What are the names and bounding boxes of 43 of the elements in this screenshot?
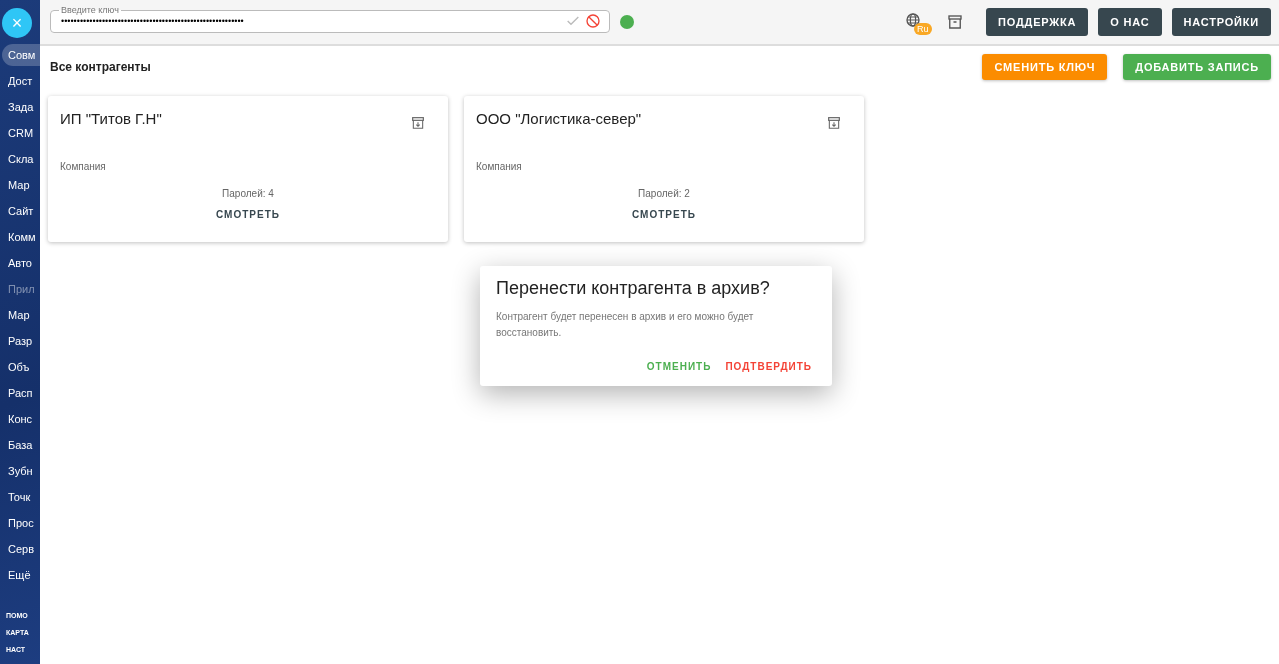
sidebar-item[interactable]: Совм (2, 44, 40, 66)
page-title: Все контрагенты (50, 60, 151, 74)
card-type: Компания (60, 161, 107, 172)
archive-icon[interactable] (826, 115, 842, 131)
card-title: ИП "Титов Г.Н" (60, 110, 162, 129)
sidebar-item[interactable]: Точк (0, 486, 40, 508)
sidebar-item[interactable]: Сайт (0, 200, 40, 222)
sidebar-item[interactable]: Разр (0, 330, 40, 352)
sidebar-item[interactable]: Конс (0, 408, 40, 430)
sidebar-item[interactable]: База (0, 434, 40, 456)
sidebar-item[interactable]: CRM (0, 122, 40, 144)
view-button[interactable]: СМОТРЕТЬ (208, 205, 288, 224)
nav-button[interactable]: НАСТРОЙКИ (1171, 8, 1271, 36)
sidebar-item[interactable]: Зада (0, 96, 40, 118)
key-input-field[interactable]: •••••••••••••••••••••••••••••••••••••••••••••••••••••••••• (59, 14, 561, 27)
sidebar-item[interactable]: Ещё (0, 564, 40, 586)
language-badge: Ru (914, 23, 932, 35)
sidebar-item[interactable]: Расп (0, 382, 40, 404)
sidebar-item[interactable]: Скла (0, 148, 40, 170)
password-count: Паролей: 4 (222, 188, 274, 199)
card-type: Компания (476, 161, 523, 172)
nav-button[interactable]: О НАС (1098, 8, 1162, 36)
prohibited-icon[interactable] (585, 12, 601, 29)
dialog-title: Перенести контрагента в архив? (496, 278, 771, 299)
sidebar-item[interactable]: Комм (0, 226, 40, 248)
confirm-button[interactable]: ПОДТВЕРДИТЬ (721, 355, 816, 378)
view-button[interactable]: СМОТРЕТЬ (624, 205, 704, 224)
archive-icon[interactable] (946, 13, 964, 31)
sidebar-item[interactable]: Дост (0, 70, 40, 92)
sidebar-item[interactable]: Мар (0, 174, 40, 196)
dialog-text: Контрагент будет перенесен в архив и его можно будет восстановить. (496, 310, 755, 340)
sidebar-item[interactable]: Авто (0, 252, 40, 274)
password-count: Паролей: 2 (638, 188, 690, 199)
nav-button[interactable]: ПОДДЕРЖКА (986, 8, 1089, 36)
archive-icon[interactable] (410, 115, 426, 131)
sidebar-item[interactable]: Мар (0, 304, 40, 326)
sidebar-item[interactable]: Прос (0, 512, 40, 534)
sidebar-item[interactable]: Объ (0, 356, 40, 378)
field-label: Введите ключ (60, 5, 120, 15)
card-title: ООО "Логистика-север" (476, 110, 642, 129)
sidebar-item[interactable]: Серв (0, 538, 40, 560)
key-field[interactable]: Введите ключ •••••••••••••••••••••••••••••••••••••••••••••••••••••••••• (50, 5, 610, 33)
sidebar-item[interactable]: Зубн (0, 460, 40, 482)
